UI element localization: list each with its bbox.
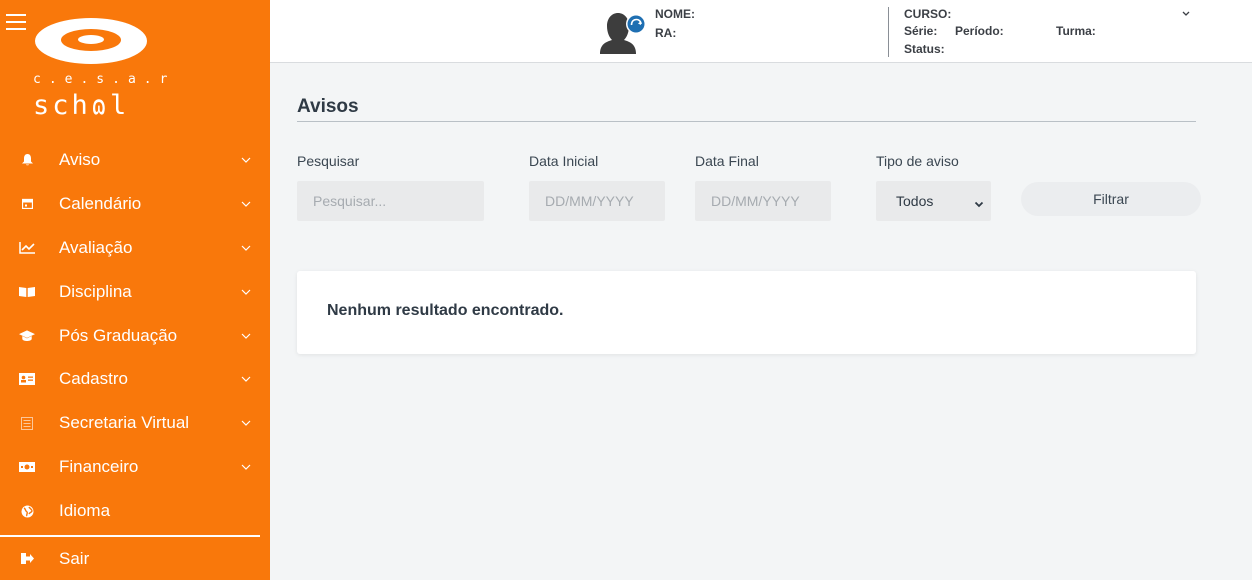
- student-name-label: NOME:: [655, 7, 695, 21]
- search-label: Pesquisar: [297, 153, 360, 169]
- header-divider: [888, 7, 889, 57]
- sidebar-item-label: Calendário: [59, 193, 142, 213]
- top-header: NOME: RA: CURSO: Série: Período: Turma: …: [270, 0, 1252, 63]
- sidebar-item-idioma[interactable]: Idioma: [0, 489, 270, 533]
- sidebar-item-label: Sair: [59, 549, 90, 568]
- end-date-label: Data Final: [695, 153, 759, 169]
- document-icon: [19, 416, 35, 430]
- calendar-icon: [19, 197, 35, 211]
- filter-button[interactable]: Filtrar: [1021, 182, 1201, 216]
- chart-line-icon: [19, 241, 35, 255]
- title-divider: [297, 121, 1196, 122]
- logo-text-school: schɷl: [33, 90, 130, 121]
- sidebar-item-label: Pós Graduação: [59, 325, 178, 345]
- status-label: Status:: [904, 42, 945, 56]
- chevron-down-icon: [240, 198, 252, 210]
- book-open-icon: [19, 285, 35, 299]
- sidebar-item-label: Financeiro: [59, 457, 139, 477]
- empty-results-message: Nenhum resultado encontrado.: [327, 302, 564, 319]
- hamburger-menu-icon[interactable]: [6, 14, 26, 30]
- sidebar-item-label: Idioma: [59, 501, 111, 521]
- chevron-down-icon: [240, 461, 252, 473]
- periodo-label: Período:: [955, 24, 1004, 38]
- results-card: Nenhum resultado encontrado.: [297, 271, 1196, 354]
- sidebar-item-secretaria-virtual[interactable]: Secretaria Virtual: [0, 401, 270, 445]
- start-date-label: Data Inicial: [529, 153, 599, 169]
- cesar-school-logo: c.e.s.a.r schɷl: [28, 16, 167, 126]
- sidebar-item-avaliacao[interactable]: Avaliação: [0, 226, 270, 270]
- sidebar-item-label: Avaliação: [59, 237, 133, 257]
- chevron-down-icon: [240, 242, 252, 254]
- serie-label: Série:: [904, 24, 938, 38]
- sidebar: c.e.s.a.r schɷl Aviso Calendário Avaliaç…: [0, 0, 270, 580]
- id-card-icon: [19, 372, 35, 386]
- sidebar-divider: [0, 535, 260, 537]
- turma-label: Turma:: [1056, 24, 1096, 38]
- start-date-input[interactable]: [529, 181, 665, 221]
- sidebar-item-cadastro[interactable]: Cadastro: [0, 357, 270, 401]
- user-avatar[interactable]: [598, 10, 648, 54]
- globe-icon: [19, 504, 35, 518]
- sidebar-item-label: Secretaria Virtual: [59, 413, 190, 433]
- money-icon: [19, 460, 35, 474]
- sign-out-icon: [19, 551, 35, 565]
- graduation-cap-icon: [19, 329, 35, 343]
- course-label: CURSO:: [904, 7, 952, 21]
- chevron-down-icon: [240, 417, 252, 429]
- sidebar-menu: Aviso Calendário Avaliação Disciplina Pó…: [0, 138, 270, 533]
- notice-type-label: Tipo de aviso: [876, 153, 959, 169]
- sidebar-item-sair[interactable]: Sair: [0, 541, 270, 577]
- chevron-down-icon: [240, 330, 252, 342]
- sidebar-item-aviso[interactable]: Aviso: [0, 138, 270, 182]
- sidebar-item-calendario[interactable]: Calendário: [0, 182, 270, 226]
- chevron-down-icon: [240, 286, 252, 298]
- sidebar-item-label: Cadastro: [59, 369, 128, 389]
- search-input[interactable]: [297, 181, 484, 221]
- page-title: Avisos: [297, 96, 359, 117]
- chevron-down-icon: [973, 195, 985, 214]
- logo-text-cesar: c.e.s.a.r: [33, 72, 176, 87]
- notice-type-value: Todos: [896, 193, 934, 209]
- chevron-down-icon: [240, 373, 252, 385]
- sidebar-item-label: Disciplina: [59, 281, 132, 301]
- sidebar-item-disciplina[interactable]: Disciplina: [0, 270, 270, 314]
- student-ra-label: RA:: [655, 26, 677, 40]
- sidebar-item-label: Aviso: [59, 149, 101, 169]
- bell-icon: [19, 153, 35, 167]
- chevron-down-icon[interactable]: [1180, 5, 1192, 17]
- end-date-input[interactable]: [695, 181, 831, 221]
- sidebar-item-pos-graduacao[interactable]: Pós Graduação: [0, 314, 270, 358]
- notice-type-select[interactable]: Todos: [876, 181, 991, 221]
- chevron-down-icon: [240, 154, 252, 166]
- sidebar-item-financeiro[interactable]: Financeiro: [0, 445, 270, 489]
